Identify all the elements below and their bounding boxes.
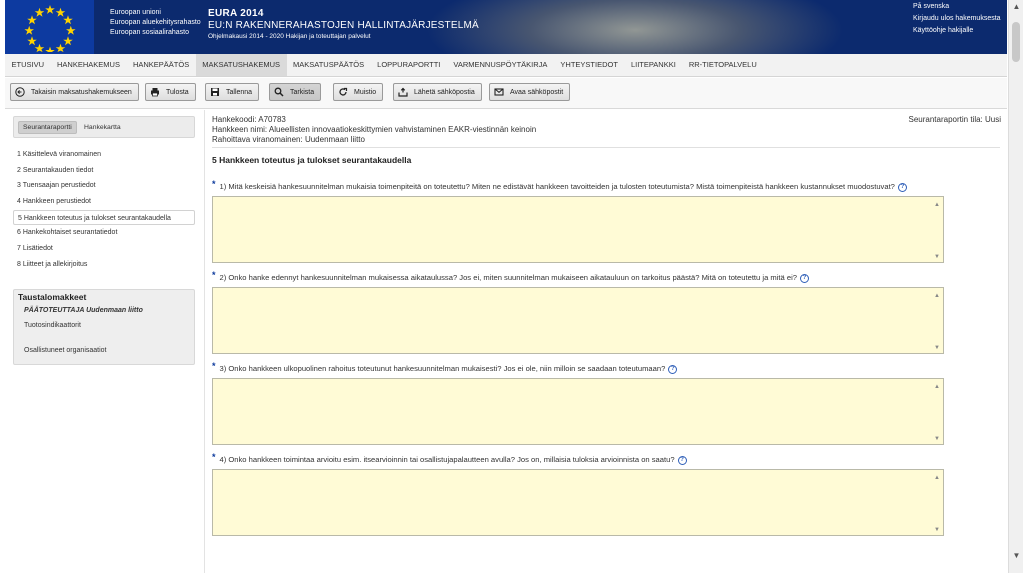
- question-4-answer[interactable]: [212, 469, 944, 536]
- refresh-icon: [339, 87, 348, 96]
- question-4-text: 4) Onko hankkeen toimintaa arvioitu esim…: [219, 455, 675, 464]
- main-nav: ETUSIVU HANKEHAKEMUS HANKEPÄÄTÖS MAKSATU…: [5, 54, 1007, 77]
- tab-hankekartta[interactable]: Hankekartta: [80, 121, 125, 134]
- back-to-payment-application-button[interactable]: Takaisin maksatushakemukseen: [10, 83, 139, 101]
- sidebar-tabs: Seurantaraportti Hankekartta: [13, 116, 195, 138]
- header-links: På svenska Kirjaudu ulos hakemuksesta Kä…: [913, 1, 1001, 37]
- swedish-language-link[interactable]: På svenska: [913, 1, 1001, 13]
- project-name: Hankkeen nimi: Alueellisten innovaatioke…: [212, 125, 537, 134]
- envelope-icon: [494, 88, 504, 96]
- save-button[interactable]: Tallenna: [205, 83, 260, 101]
- section-title: 5 Hankkeen toteutus ja tulokset seuranta…: [212, 155, 412, 165]
- question-4: * 4) Onko hankkeen toimintaa arvioitu esi…: [212, 452, 1002, 536]
- app-title-block: EURA 2014 EU:N RAKENNERAHASTOJEN HALLINT…: [208, 8, 479, 40]
- scrollbar-thumb[interactable]: [1012, 22, 1020, 62]
- nav-liitepankki[interactable]: LIITEPANKKI: [624, 54, 682, 76]
- funding-authority: Rahoittava viranomainen: Uudenmaan liitt…: [212, 135, 365, 144]
- eu-flag-logo: [5, 0, 94, 54]
- required-marker: *: [212, 361, 216, 371]
- scroll-down-arrow-icon[interactable]: ▼: [1011, 551, 1022, 560]
- eu-stars-icon: [24, 5, 76, 52]
- send-email-button[interactable]: Lähetä sähköpostia: [393, 83, 482, 101]
- question-3: * 3) Onko hankkeen ulkopuolinen rahoitus …: [212, 361, 1002, 445]
- page-scrollbar[interactable]: ▲ ▼: [1008, 0, 1023, 573]
- background-forms-panel: Taustalomakkeet PÄÄTOTEUTTAJA Uudenmaan …: [13, 289, 195, 365]
- question-3-answer[interactable]: [212, 378, 944, 445]
- project-meta: Hankekoodi: A70783 Hankkeen nimi: Alueel…: [212, 115, 536, 145]
- nav-loppuraportti[interactable]: LOPPURAPORTTI: [371, 54, 447, 76]
- open-emails-button[interactable]: Avaa sähköpostit: [489, 83, 571, 101]
- back-arrow-icon: [15, 87, 25, 97]
- report-status: Seurantaraportin tila: Uusi: [908, 115, 1002, 124]
- sidebar: Seurantaraportti Hankekartta 1 Käsittele…: [5, 110, 205, 573]
- logout-link[interactable]: Kirjaudu ulos hakemuksesta: [913, 13, 1001, 25]
- sidebar-item-section-5[interactable]: 5 Hankkeen toteutus ja tulokset seuranta…: [13, 209, 195, 226]
- nav-maksatushakemus[interactable]: MAKSATUSHAKEMUS: [195, 54, 287, 76]
- app-header: Euroopan unioni Euroopan aluekehitysraha…: [5, 0, 1007, 54]
- nav-varmennuspoytakirja[interactable]: VARMENNUSPÖYTÄKIRJA: [447, 54, 554, 76]
- question-2: * 2) Onko hanke edennyt hankesuunnitelman…: [212, 270, 1002, 354]
- background-form-output-indicators[interactable]: Tuotosindikaattorit: [24, 322, 81, 329]
- project-code: Hankekoodi: A70783: [212, 115, 286, 124]
- print-button[interactable]: Tulosta: [145, 83, 196, 101]
- nav-etusivu[interactable]: ETUSIVU: [5, 54, 51, 76]
- sidebar-item-section-3[interactable]: 3 Tuensaajan perustiedot: [13, 178, 195, 194]
- required-marker: *: [212, 452, 216, 462]
- required-marker: *: [212, 270, 216, 280]
- nav-yhteystiedot[interactable]: YHTEYSTIEDOT: [554, 54, 625, 76]
- scroll-up-arrow-icon[interactable]: ▲: [1011, 2, 1022, 11]
- sidebar-item-section-2[interactable]: 2 Seurantakauden tiedot: [13, 163, 195, 179]
- user-guide-link[interactable]: Käyttöohje hakijalle: [913, 25, 1001, 37]
- nav-hankehakemus[interactable]: HANKEHAKEMUS: [51, 54, 127, 76]
- toolbar: Takaisin maksatushakemukseen Tulosta Tal…: [5, 78, 1007, 109]
- memo-button[interactable]: Muistio: [333, 83, 384, 101]
- sidebar-item-section-8[interactable]: 8 Liitteet ja allekirjoitus: [13, 257, 195, 273]
- question-3-text: 3) Onko hankkeen ulkopuolinen rahoitus t…: [219, 364, 666, 373]
- question-1: * 1) Mitä keskeisiä hankesuunnitelman muk…: [212, 179, 1002, 263]
- divider: [212, 147, 1000, 148]
- app-title: EURA 2014: [208, 8, 264, 19]
- app-subtitle: EU:N RAKENNERAHASTOJEN HALLINTAJÄRJESTEL…: [208, 20, 479, 31]
- sidebar-item-section-1[interactable]: 1 Käsittelevä viranomainen: [13, 147, 195, 163]
- background-form-participating-orgs[interactable]: Osallistuneet organisaatiot: [24, 347, 107, 354]
- sidebar-item-section-4[interactable]: 4 Hankkeen perustiedot: [13, 194, 195, 210]
- help-icon[interactable]: ?: [800, 274, 809, 283]
- help-icon[interactable]: ?: [897, 183, 907, 192]
- tab-seurantaraportti[interactable]: Seurantaraportti: [18, 121, 77, 134]
- nav-maksatuspaatos[interactable]: MAKSATUSPÄÄTÖS: [287, 54, 371, 76]
- floppy-disk-icon: [211, 88, 219, 96]
- printer-icon: [151, 88, 159, 97]
- nav-hankepaatos[interactable]: HANKEPÄÄTÖS: [126, 54, 195, 76]
- nav-rr-tietopalvelu[interactable]: RR-TIETOPALVELU: [682, 54, 763, 76]
- help-icon[interactable]: ?: [668, 365, 678, 374]
- sidebar-item-section-6[interactable]: 6 Hankekohtaiset seurantatiedot: [13, 225, 195, 241]
- magnifier-icon: [274, 87, 284, 97]
- background-form-main-implementer[interactable]: PÄÄTOTEUTTAJA Uudenmaan liitto: [24, 307, 143, 314]
- send-tray-icon: [398, 87, 408, 97]
- check-button[interactable]: Tarkista: [269, 83, 322, 101]
- section-list: 1 Käsittelevä viranomainen 2 Seurantakau…: [13, 147, 195, 273]
- question-1-answer[interactable]: [212, 196, 944, 263]
- main-content: Hankekoodi: A70783 Hankkeen nimi: Alueel…: [206, 110, 1007, 573]
- eu-funds-text: Euroopan unioni Euroopan aluekehitysraha…: [110, 9, 201, 36]
- question-2-text: 2) Onko hanke edennyt hankesuunnitelman …: [219, 273, 797, 282]
- sidebar-item-section-7[interactable]: 7 Lisätiedot: [13, 241, 195, 257]
- required-marker: *: [212, 179, 216, 189]
- help-icon[interactable]: ?: [677, 456, 687, 465]
- question-2-answer[interactable]: [212, 287, 944, 354]
- question-1-text: 1) Mitä keskeisiä hankesuunnitelman muka…: [219, 182, 895, 191]
- background-forms-title: Taustalomakkeet: [18, 292, 87, 302]
- app-tagline: Ohjelmakausi 2014 - 2020 Hakijan ja tote…: [208, 33, 371, 40]
